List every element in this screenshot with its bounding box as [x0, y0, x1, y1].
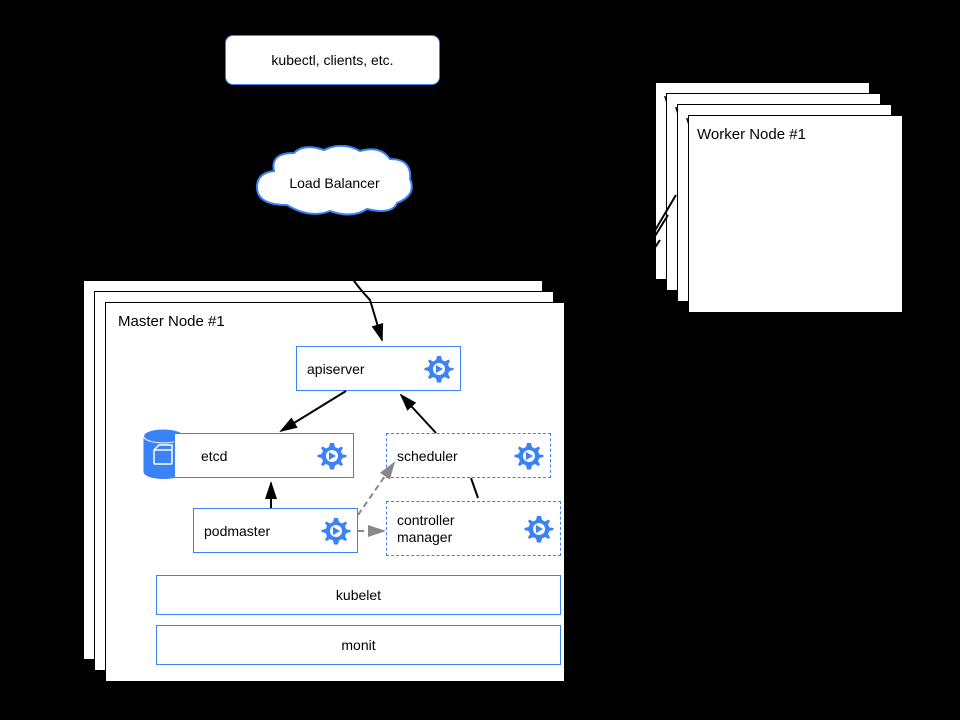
external-arrows — [0, 0, 960, 720]
